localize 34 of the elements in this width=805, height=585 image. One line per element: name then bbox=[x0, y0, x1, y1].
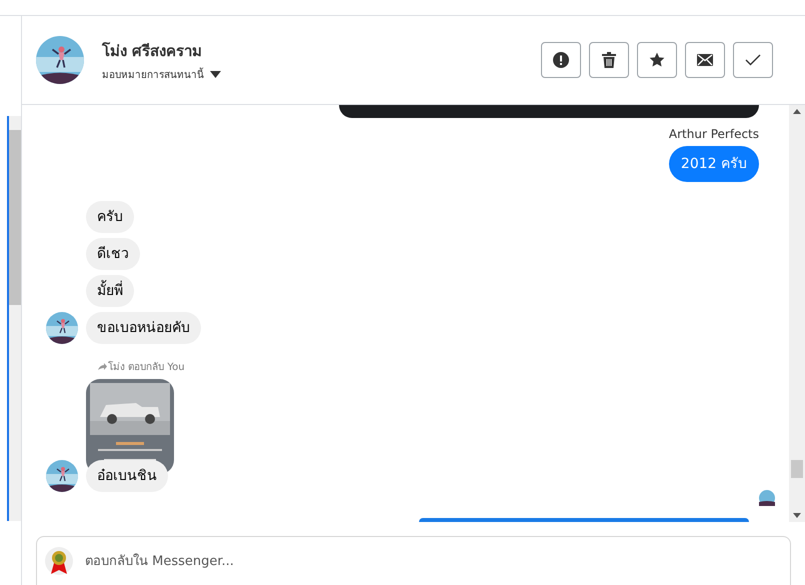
message-bubble: มั้ยพี่ bbox=[86, 275, 134, 307]
avatar-icon bbox=[46, 460, 78, 492]
profile-avatar bbox=[36, 36, 84, 84]
trash-icon bbox=[602, 52, 616, 68]
mail-icon bbox=[697, 54, 713, 66]
scroll-down-icon[interactable] bbox=[793, 513, 801, 518]
medal-icon bbox=[45, 547, 73, 575]
scroll-thumb[interactable] bbox=[791, 460, 803, 478]
scroll-up-icon[interactable] bbox=[793, 109, 801, 114]
message-bubble: อ๋อเบนชิน bbox=[86, 460, 168, 492]
scroll-thumb[interactable] bbox=[9, 130, 21, 305]
reply-icon bbox=[98, 363, 107, 370]
scrollbar[interactable] bbox=[7, 116, 21, 521]
star-icon bbox=[649, 52, 665, 68]
message-bubble: ครับ bbox=[86, 201, 134, 233]
star-button[interactable] bbox=[637, 42, 677, 78]
check-button[interactable] bbox=[733, 42, 773, 78]
message-bubble: ขอเบอหน่อยคับ bbox=[86, 312, 201, 344]
trash-button[interactable] bbox=[589, 42, 629, 78]
mail-button[interactable] bbox=[685, 42, 725, 78]
check-icon bbox=[745, 54, 761, 66]
message-bubble: 2012 ครับ bbox=[668, 146, 759, 182]
alert-icon bbox=[553, 52, 569, 68]
reply-note: โม่ง ตอบกลับ You bbox=[98, 359, 185, 374]
assign-link[interactable]: มอบหมายการสนทนานี้ bbox=[102, 66, 204, 82]
scrollbar[interactable] bbox=[789, 105, 805, 522]
message-bubble: ดีเชว bbox=[86, 238, 140, 270]
seen-avatar bbox=[759, 490, 775, 506]
alert-button[interactable] bbox=[541, 42, 581, 78]
avatar-icon bbox=[46, 312, 78, 344]
reply-box[interactable]: ตอบกลับใน Messenger... bbox=[36, 536, 791, 585]
sender-name: Arthur Perfects bbox=[668, 127, 759, 141]
caret-icon[interactable] bbox=[210, 70, 221, 78]
contact-name: โม่ง ศรีสงคราม bbox=[102, 40, 204, 62]
